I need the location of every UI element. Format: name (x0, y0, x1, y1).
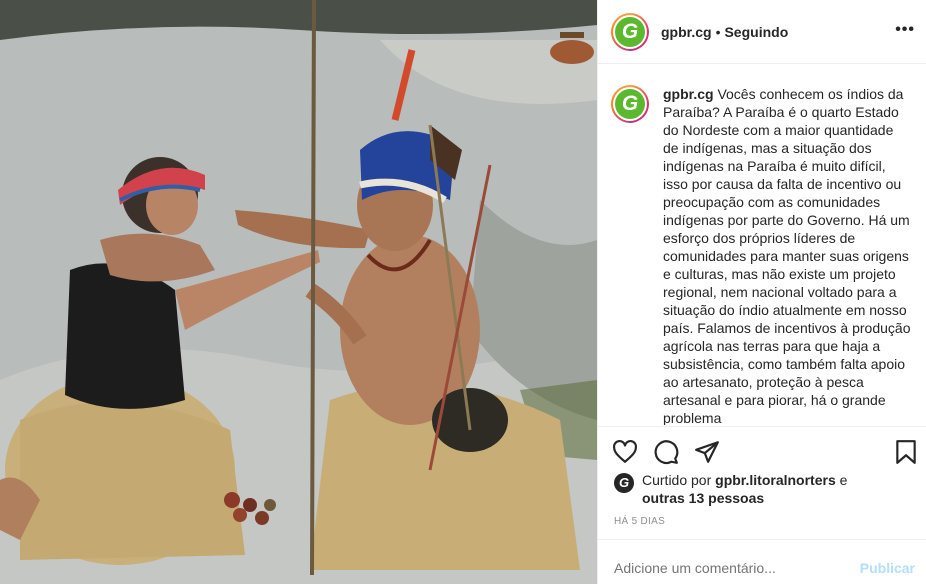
comment-input[interactable] (614, 560, 834, 576)
post-photo[interactable] (0, 0, 597, 584)
caption-avatar[interactable]: G (611, 85, 649, 123)
caption-username[interactable]: gpbr.cg (663, 86, 714, 102)
post-comment-button[interactable]: Publicar (860, 560, 915, 576)
liker-username[interactable]: gpbr.litoralnorters (715, 472, 836, 488)
comments-area[interactable]: G gpbr.cg Vocês conhecem os índios da Pa… (598, 65, 926, 425)
post-image (0, 0, 597, 584)
heart-icon[interactable] (612, 439, 638, 465)
username-link[interactable]: gpbr.cg (661, 24, 712, 40)
liked-by: G Curtido por gpbr.litoralnorters e outr… (614, 470, 914, 510)
avatar[interactable]: G (611, 12, 649, 51)
comment-box: Publicar (598, 539, 926, 584)
caption-body: Vocês conhecem os índios da Paraíba? A P… (663, 86, 911, 425)
separator-dot: • (715, 23, 721, 40)
comment-icon[interactable] (653, 439, 679, 465)
liker-avatar-letter: G (618, 475, 630, 490)
more-options-icon[interactable]: ••• (895, 22, 915, 38)
liker-avatar[interactable]: G (614, 473, 634, 493)
avatar-letter: G (615, 16, 645, 47)
likes-others-link[interactable]: outras 13 pessoas (642, 490, 764, 506)
likes-prefix: Curtido por (642, 472, 716, 488)
likes-conjunction: e (835, 472, 848, 488)
caption-text: gpbr.cg Vocês conhecem os índios da Para… (663, 85, 911, 425)
following-button[interactable]: Seguindo (724, 24, 788, 40)
post-side-panel: G gpbr.cg • Seguindo ••• G gpbr.cg Vocês… (597, 0, 926, 584)
share-icon[interactable] (694, 439, 720, 465)
bookmark-icon[interactable] (893, 439, 919, 465)
post-header: G gpbr.cg • Seguindo ••• (598, 0, 926, 64)
post-timestamp[interactable]: HÁ 5 DIAS (614, 516, 665, 527)
avatar-letter: G (615, 89, 645, 119)
